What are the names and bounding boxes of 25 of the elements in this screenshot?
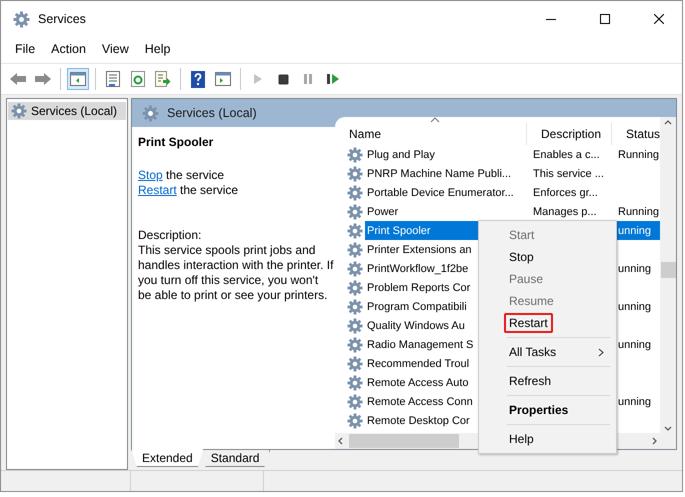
name-cell-text: PNRP Machine Name Publi... [366,168,512,180]
description-cell-text: Enables a c... [532,148,600,160]
status-cell-text: Running [617,206,659,218]
action-text: Restart the service [138,183,240,198]
name-cell-text: Portable Device Enumerator... [366,186,514,198]
status-cell-text: unning [617,396,652,408]
status-cell-text: unning [617,262,652,274]
status-cell-text: Running [617,148,659,160]
name-cell-text: Remote Desktop Cor [366,414,470,426]
status-cell-text: unning [617,224,652,236]
name-cell-text: Plug and Play [366,148,435,160]
description-cell-text: Manages p... [532,206,597,218]
description-cell-text: This service ... [532,168,604,180]
action-text: Stop the service [138,168,226,183]
name-cell-text: Power [366,206,398,218]
name-cell-text: PrintWorkflow_1f2be [366,262,468,274]
service-title: Print Spooler [138,135,214,149]
name-cell-text: Recommended Troul [366,358,470,370]
name-cell-text: Remote Access Conn [366,396,473,408]
description-text: This service spools print jobs and handles interaction with the printer. If you turn off this service, you won't be able to print or see your printers. [138,243,334,303]
description-cell-text: Enforces gr... [532,186,598,198]
pane-title: Services (Local) [167,106,257,120]
window-title: Services [38,12,87,26]
description-label: Description: [138,228,202,243]
name-cell-text: Print Spooler [366,224,431,236]
